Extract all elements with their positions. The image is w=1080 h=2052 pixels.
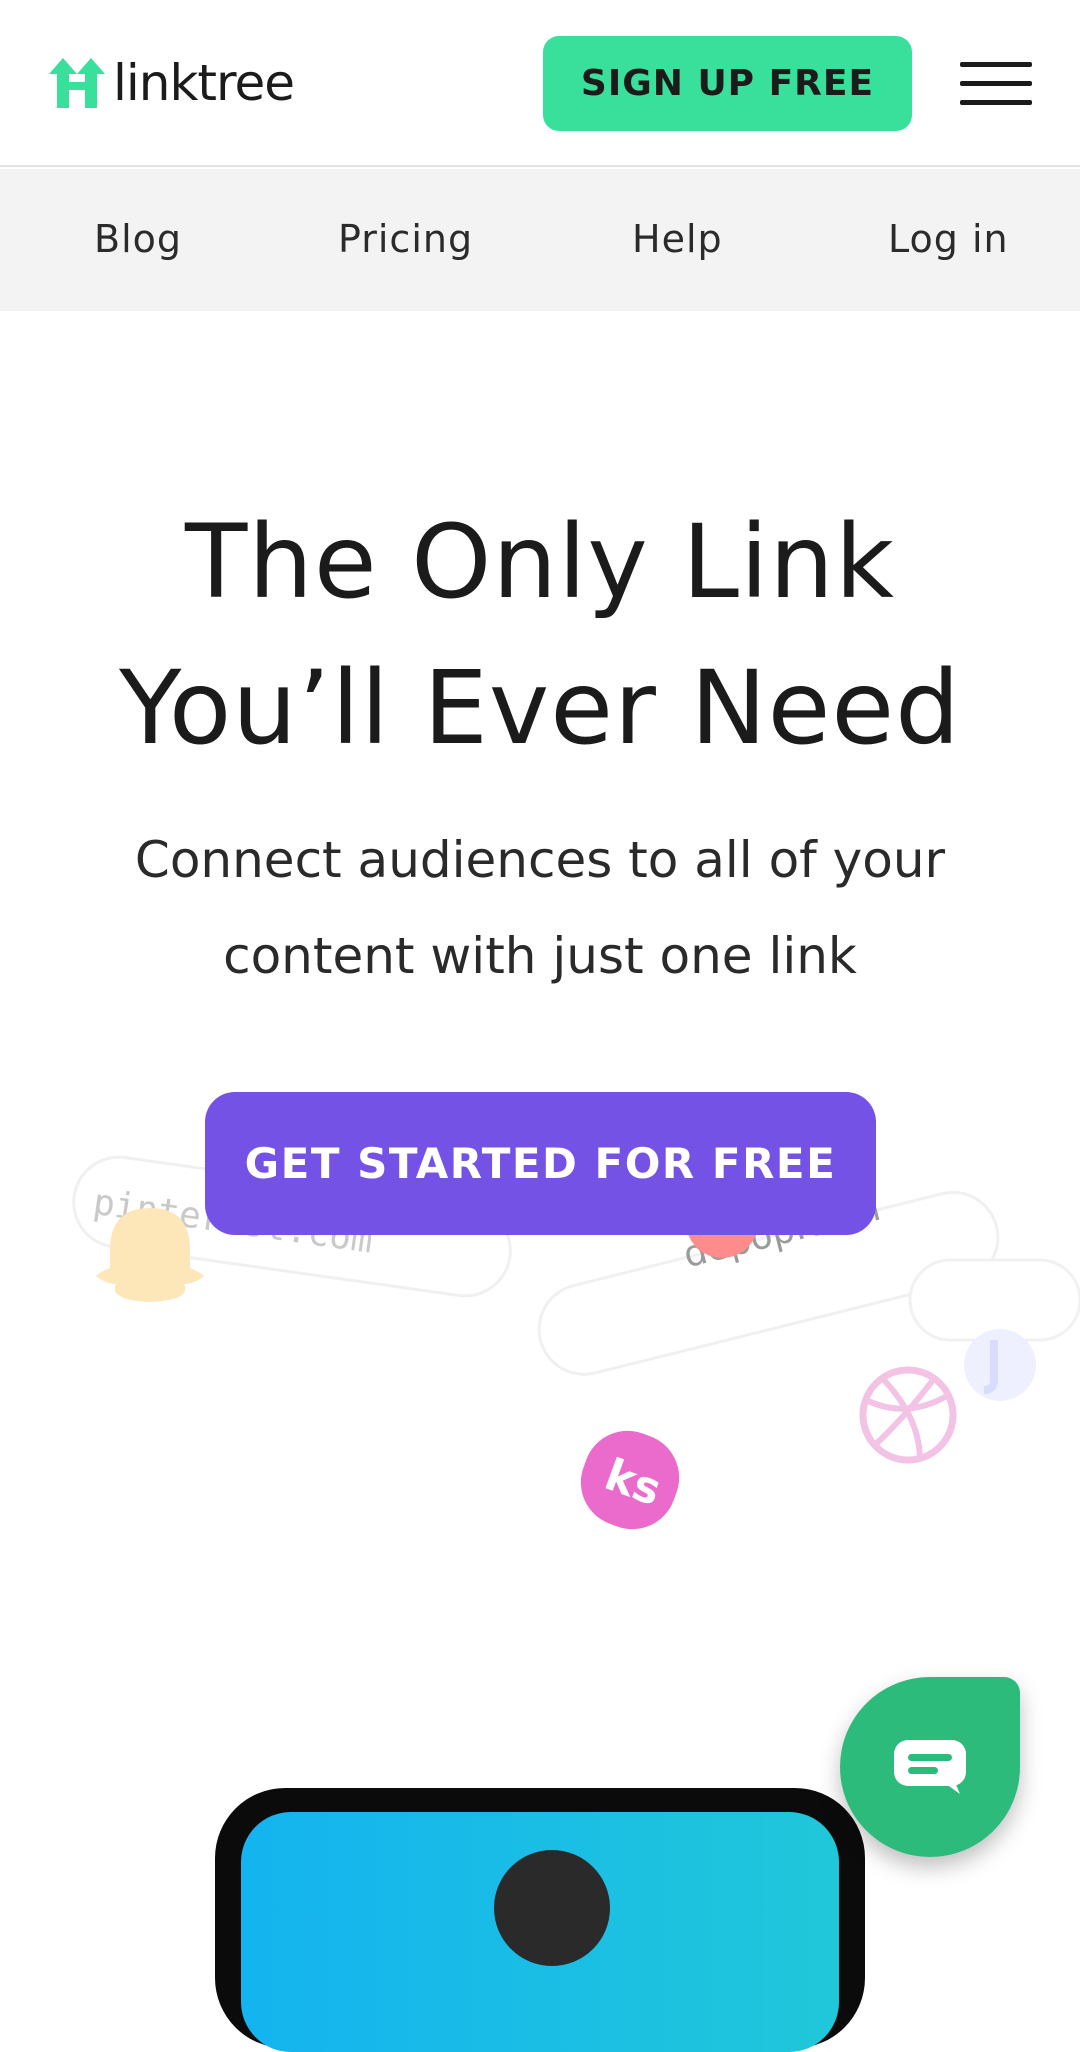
hero-title-line-2: You’ll Ever Need xyxy=(119,649,961,768)
nav-item-help[interactable]: Help xyxy=(632,217,723,261)
nav-item-log-in[interactable]: Log in xyxy=(888,217,1009,261)
chat-launcher-button[interactable] xyxy=(840,1677,1020,1857)
logo-text: linktree xyxy=(113,54,295,112)
dribbble-icon xyxy=(859,1366,957,1464)
hero-title: The Only Link You’ll Ever Need xyxy=(0,490,1080,782)
phone-preview xyxy=(215,1788,865,2052)
sign-up-button[interactable]: SIGN UP FREE xyxy=(543,36,912,131)
hamburger-menu-icon[interactable] xyxy=(960,60,1032,108)
get-started-button[interactable]: GET STARTED FOR FREE xyxy=(205,1092,876,1235)
hero-subtitle-line-1: Connect audiences to all of your xyxy=(134,831,946,889)
hero-subtitle-line-2: content with just one link xyxy=(223,927,857,985)
pill-partial-right xyxy=(908,1258,1080,1342)
secondary-nav: Blog Pricing Help Log in xyxy=(0,169,1080,311)
hero-subtitle: Connect audiences to all of your content… xyxy=(90,812,990,1004)
linktree-logo[interactable]: linktree xyxy=(49,54,295,112)
phone-screen xyxy=(241,1812,839,2052)
linktree-tree-icon xyxy=(49,58,105,108)
chat-bubble-icon xyxy=(894,1740,966,1794)
kofi-icon: ks xyxy=(580,1430,680,1530)
nav-item-blog[interactable]: Blog xyxy=(94,217,182,261)
tiktok-icon xyxy=(964,1329,1036,1401)
hero-title-line-1: The Only Link xyxy=(184,503,896,622)
avatar xyxy=(494,1850,610,1966)
nav-item-pricing[interactable]: Pricing xyxy=(338,217,473,261)
site-header: linktree SIGN UP FREE xyxy=(0,0,1080,167)
